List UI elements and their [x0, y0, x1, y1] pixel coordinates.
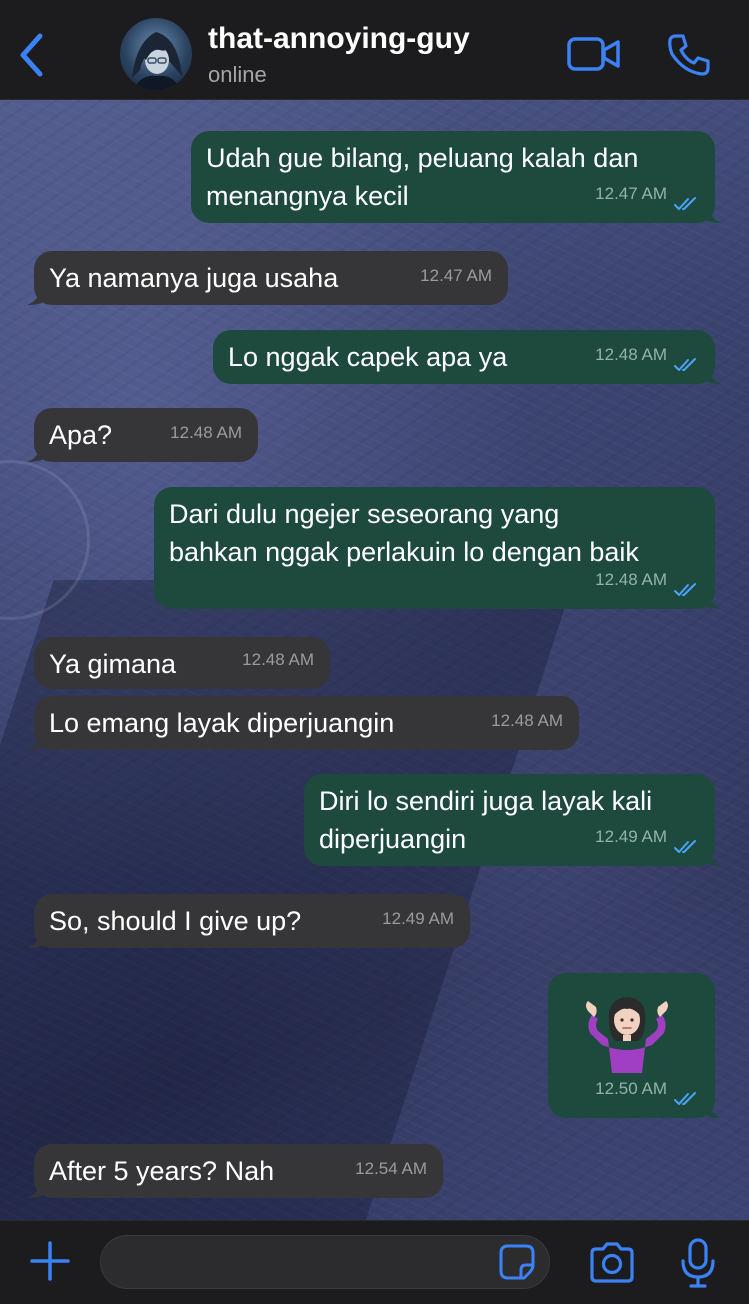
video-camera-icon: [567, 37, 620, 71]
message-time: 12.47 AM: [595, 184, 667, 203]
double-check-read-icon: [674, 358, 696, 371]
message-time: 12.48 AM: [595, 345, 667, 364]
message-time: 12.49 AM: [595, 827, 667, 846]
microphone-icon: [681, 1238, 715, 1288]
message-bubble-incoming[interactable]: Apa? 12.48 AM: [27, 408, 258, 462]
chat-header: that-annoying-guy online: [0, 0, 749, 100]
message-bubble-outgoing[interactable]: Lo nggak capek apa ya 12.48 AM: [213, 330, 722, 384]
camera-icon: [590, 1242, 634, 1283]
camera-button[interactable]: [588, 1241, 636, 1285]
message-bubble-incoming[interactable]: So, should I give up? 12.49 AM: [27, 894, 470, 948]
message-time: 12.49 AM: [382, 909, 454, 928]
bubble-tail: [704, 848, 722, 866]
message-time: 12.48 AM: [595, 570, 667, 589]
phone-icon: [668, 34, 710, 76]
double-check-read-icon: [674, 197, 696, 210]
message-time: 12.50 AM: [595, 1079, 667, 1098]
contact-status: online: [208, 62, 267, 87]
message-time: 12.48 AM: [170, 423, 242, 442]
message-bubble-outgoing[interactable]: Udah gue bilang, peluang kalah dan menan…: [191, 131, 722, 223]
message-bubble-outgoing[interactable]: Dari dulu ngejer seseorang yang bahkan n…: [154, 487, 722, 609]
attach-button[interactable]: [28, 1239, 72, 1283]
bubble-tail: [27, 930, 45, 948]
contact-name[interactable]: that-annoying-guy: [208, 22, 470, 56]
message-time: 12.47 AM: [420, 266, 492, 285]
message-time: 12.48 AM: [242, 650, 314, 669]
chevron-left-icon: [20, 33, 43, 77]
message-text: Diri lo sendiri juga layak kali: [319, 786, 653, 816]
bubble-tail: [704, 205, 722, 223]
profile-avatar-image: [132, 32, 182, 90]
message-bubble-incoming[interactable]: After 5 years? Nah 12.54 AM: [27, 1144, 443, 1198]
message-text: Udah gue bilang, peluang kalah dan: [206, 143, 639, 173]
message-input[interactable]: [100, 1235, 550, 1289]
chat-area[interactable]: Udah gue bilang, peluang kalah dan menan…: [0, 100, 749, 1220]
bubble-tail: [27, 444, 45, 462]
message-time: 12.48 AM: [491, 711, 563, 730]
back-button[interactable]: [14, 30, 50, 80]
double-check-read-icon: [674, 1092, 696, 1105]
bubble-tail: [27, 732, 45, 750]
bubble-tail: [27, 287, 45, 305]
microphone-button[interactable]: [678, 1237, 718, 1289]
bubble-tail: [704, 591, 722, 609]
message-bubble-incoming[interactable]: Ya namanya juga usaha 12.47 AM: [27, 251, 508, 305]
message-input-bar: [0, 1220, 749, 1304]
message-bubble-outgoing[interactable]: 12.50 AM: [548, 973, 722, 1118]
message-bubble-incoming[interactable]: Ya gimana 12.48 AM: [34, 637, 330, 689]
plus-icon: [30, 1241, 70, 1281]
message-time: 12.54 AM: [355, 1159, 427, 1178]
sticker-button[interactable]: [498, 1243, 536, 1281]
video-call-button[interactable]: [566, 34, 622, 74]
sticker-icon: [499, 1244, 535, 1280]
avatar[interactable]: [120, 18, 192, 90]
bubble-tail: [704, 366, 722, 384]
voice-call-button[interactable]: [666, 32, 712, 78]
person-shrugging-emoji: [586, 997, 668, 1073]
message-text: Lo emang layak diperjuangin: [49, 708, 395, 738]
message-bubble-incoming[interactable]: Lo emang layak diperjuangin 12.48 AM: [27, 696, 579, 750]
bubble-tail: [27, 1180, 45, 1198]
bubble-tail: [704, 1100, 722, 1118]
message-bubble-outgoing[interactable]: Diri lo sendiri juga layak kali diperjua…: [304, 774, 722, 866]
message-text: Dari dulu ngejer seseorang yang: [169, 499, 560, 529]
double-check-read-icon: [674, 840, 696, 853]
double-check-read-icon: [674, 583, 696, 596]
